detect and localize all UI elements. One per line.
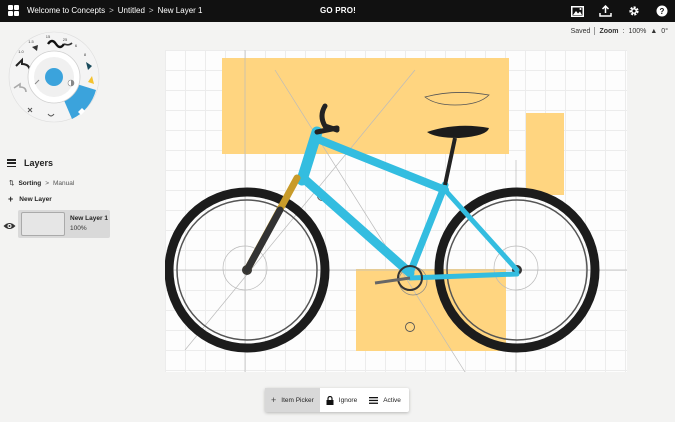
sorting-value[interactable]: Manual — [53, 180, 74, 187]
yellow-block — [222, 58, 509, 154]
zoom-colon: : — [622, 27, 625, 35]
drawing-canvas[interactable] — [165, 50, 627, 372]
status-divider — [594, 27, 596, 35]
tool-wheel[interactable]: 1.5 15 25 1.0 6 8 — [4, 30, 104, 130]
svg-text:?: ? — [659, 7, 664, 16]
size-label: 1.5 — [28, 39, 34, 44]
breadcrumb-separator: > — [109, 6, 114, 15]
top-bar: Welcome to Concepts > Untitled > New Lay… — [0, 0, 675, 22]
size-label: 1.0 — [18, 49, 24, 54]
gallery-icon[interactable] — [570, 4, 585, 18]
sort-icon: ⇅ — [9, 180, 15, 187]
selection-toolbar: + Item Picker Ignore Active — [265, 388, 409, 412]
rotation-value[interactable]: 0° — [661, 28, 668, 35]
zoom-value[interactable]: 100% — [628, 28, 646, 35]
rotation-icon: ▲ — [650, 27, 658, 35]
lock-icon — [326, 395, 334, 405]
layer-row[interactable]: New Layer 1 100% — [3, 210, 110, 238]
sorting-separator: > — [45, 179, 49, 187]
gallery-grid-icon[interactable] — [8, 5, 19, 16]
go-pro-button[interactable]: GO PRO! — [320, 6, 356, 15]
ignore-button[interactable]: Ignore — [320, 388, 363, 412]
size-label: 25 — [63, 37, 68, 42]
plus-icon: + — [271, 395, 277, 405]
status-bar: Saved Zoom: 100% ▲ 0° — [571, 27, 668, 35]
active-label: Active — [383, 396, 401, 404]
current-color-dot — [45, 68, 63, 86]
saved-status: Saved — [570, 27, 591, 35]
help-icon[interactable]: ? — [654, 4, 669, 18]
bike-drawing — [165, 50, 627, 372]
breadcrumb-separator: > — [148, 6, 154, 15]
layers-stack-icon — [369, 396, 379, 404]
yellow-block — [526, 113, 564, 195]
sorting-row[interactable]: ⇅ Sorting > Manual — [9, 179, 74, 188]
ignore-label: Ignore — [338, 396, 358, 404]
new-layer-label: New Layer — [19, 196, 52, 203]
layers-title: Layers — [24, 158, 54, 168]
breadcrumb-home[interactable]: Welcome to Concepts — [27, 6, 105, 15]
new-layer-button[interactable]: + New Layer — [8, 194, 52, 204]
layer-thumbnail[interactable] — [21, 212, 65, 236]
sorting-label: Sorting — [18, 179, 42, 187]
layers-header[interactable]: Layers — [7, 158, 53, 168]
layer-opacity: 100% — [70, 225, 87, 232]
eye-icon[interactable] — [3, 218, 16, 229]
zoom-label: Zoom — [599, 27, 619, 35]
breadcrumb: Welcome to Concepts > Untitled > New Lay… — [27, 6, 203, 15]
active-button[interactable]: Active — [363, 388, 407, 412]
size-label: 15 — [46, 34, 51, 39]
item-picker-button[interactable]: + Item Picker — [265, 388, 320, 412]
plus-icon: + — [8, 194, 14, 204]
layer-name: New Layer 1 — [70, 215, 108, 222]
gear-icon[interactable] — [626, 4, 641, 18]
menu-icon[interactable] — [7, 159, 16, 167]
breadcrumb-drawing[interactable]: Untitled — [118, 6, 145, 15]
layer-card[interactable]: New Layer 1 100% — [18, 210, 110, 238]
breadcrumb-layer[interactable]: New Layer 1 — [158, 6, 203, 15]
upload-icon[interactable] — [598, 4, 613, 18]
item-picker-label: Item Picker — [281, 396, 314, 404]
